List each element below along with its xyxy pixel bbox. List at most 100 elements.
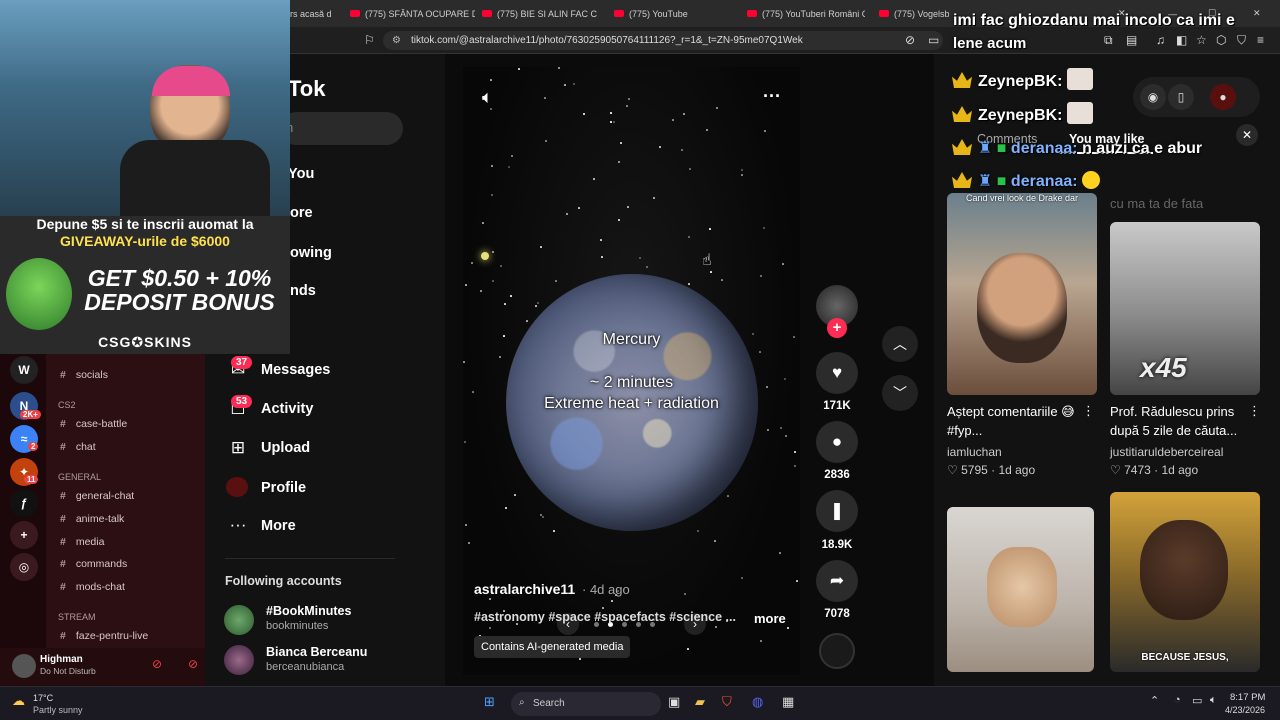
video-thumbnail[interactable]: Cand vrei look de Drake dar xyxy=(947,193,1097,395)
video-thumbnail[interactable]: BECAUSE JESUS, xyxy=(1110,492,1260,672)
browser-tab[interactable]: (775) Vogelsbrunn Tourism xyxy=(879,4,949,23)
volume-icon[interactable]: 🔈︎ xyxy=(1210,694,1217,707)
calculator-icon[interactable]: ▦ xyxy=(782,694,794,710)
no-tracking-icon[interactable]: ⊘ xyxy=(905,33,915,47)
browser-tab[interactable]: (775) YouTube xyxy=(614,4,734,23)
card-menu-icon[interactable]: ⋮ xyxy=(1082,403,1095,419)
user-avatar[interactable] xyxy=(12,654,36,678)
card-title[interactable]: Aștept comentariile 😅 #fyp... xyxy=(947,402,1097,440)
channel-item[interactable]: # media xyxy=(60,536,104,548)
browser-tab[interactable]: (775) YouTuberi Români Can xyxy=(747,4,865,23)
mobile-icon[interactable]: ▯ xyxy=(1168,84,1194,110)
channel-item[interactable]: # general-chat xyxy=(60,490,134,502)
tiktok-logo[interactable]: Tok xyxy=(288,76,325,102)
faded-comment-text: cu ma ta de fata xyxy=(1110,196,1204,211)
shield-icon[interactable]: ⛉ xyxy=(1237,33,1246,48)
nav-more[interactable]: More xyxy=(261,518,296,534)
clock-time[interactable]: 8:17 PM xyxy=(1230,692,1265,703)
weather-icon[interactable]: ☁ xyxy=(12,693,25,709)
reader-icon[interactable]: ▤ xyxy=(1126,33,1137,47)
channel-item[interactable]: # socials xyxy=(60,369,108,381)
deafen-icon[interactable]: ⊘ xyxy=(188,657,198,671)
task-view-icon[interactable]: ▣ xyxy=(668,694,680,710)
video-thumbnail[interactable]: x45 xyxy=(1110,222,1260,395)
channel-item[interactable]: # chat xyxy=(60,441,96,453)
menu-icon[interactable]: ≡ xyxy=(1257,33,1264,47)
url-field[interactable]: ⚙ tiktok.com/@astralarchive11/photo/7630… xyxy=(383,31,943,50)
video-thumbnail[interactable] xyxy=(947,507,1094,672)
display-icon[interactable]: ▭ xyxy=(1192,694,1202,707)
channel-item[interactable]: # mods-chat xyxy=(60,581,125,593)
more-link[interactable]: more xyxy=(754,611,786,626)
browser-tab[interactable]: (775) BIE SI ALIN FAC CELE ! xyxy=(482,4,597,23)
channel-item[interactable]: # commands xyxy=(60,558,127,570)
browser-tab[interactable]: (775) SFÂNTA OCUPARE DE xyxy=(350,4,475,23)
wallet-icon[interactable]: ⬡ xyxy=(1216,33,1226,47)
channel-item[interactable]: # anime-talk xyxy=(60,513,124,525)
nav-upload[interactable]: Upload xyxy=(261,440,310,456)
nav-following[interactable]: owing xyxy=(290,245,332,261)
bookmarks-icon[interactable]: ☆ xyxy=(1196,33,1207,47)
card-author[interactable]: justitiaruldeberceireal xyxy=(1110,445,1223,459)
close-icon[interactable]: ✕ xyxy=(1236,124,1258,146)
hashtags[interactable]: #astronomy #space #spacefacts #science .… xyxy=(474,610,736,624)
account-name[interactable]: #BookMinutes xyxy=(266,604,351,618)
channel-category[interactable]: STREAM xyxy=(58,612,96,622)
bookmark-icon[interactable]: ⚐ xyxy=(364,33,375,47)
music-disc[interactable] xyxy=(819,633,855,669)
nav-explore[interactable]: ore xyxy=(290,205,313,221)
card-title[interactable]: Prof. Rădulescu prins după 5 zile de cău… xyxy=(1110,402,1252,440)
discord-icon[interactable]: ◍ xyxy=(752,694,763,710)
file-explorer-icon[interactable]: ▰ xyxy=(695,694,705,710)
nav-messages[interactable]: Messages xyxy=(261,362,330,378)
brave-browser-icon[interactable]: ⛉ xyxy=(722,694,732,710)
account-avatar[interactable] xyxy=(224,645,254,675)
nav-activity[interactable]: Activity xyxy=(261,401,313,417)
share-button[interactable]: ➦ xyxy=(816,560,858,602)
extensions-icon[interactable]: ⧉ xyxy=(1104,33,1113,48)
nav-profile[interactable]: Profile xyxy=(261,480,306,496)
card-author[interactable]: iamluchan xyxy=(947,445,1002,459)
user-avatar[interactable]: ● xyxy=(1210,84,1236,110)
mute-icon[interactable]: ⊘ xyxy=(152,657,162,671)
tiktok-coin-icon[interactable]: ◉ xyxy=(1140,84,1166,110)
user-name[interactable]: Highman xyxy=(40,654,83,665)
start-icon[interactable]: ⊞ xyxy=(484,694,495,710)
browser-tab[interactable]: rs acasă d xyxy=(290,4,342,23)
more-options-icon[interactable]: ··· xyxy=(763,86,781,107)
screenshot-icon[interactable]: ▭ xyxy=(928,33,939,47)
chat-text: n auzi ca e abur xyxy=(1082,140,1203,157)
star xyxy=(468,542,470,544)
discover-icon[interactable]: ◎ xyxy=(10,553,38,581)
server-icon[interactable]: W xyxy=(10,356,38,384)
server-icon[interactable]: ƒ xyxy=(10,489,38,517)
volume-icon[interactable]: 🔈︎ xyxy=(482,87,493,108)
ai-generated-label[interactable]: Contains AI-generated media xyxy=(474,636,631,658)
nav-friends[interactable]: nds xyxy=(290,283,316,299)
add-server-icon[interactable]: + xyxy=(10,521,38,549)
close-window-icon[interactable]: ✕ xyxy=(1253,4,1267,23)
like-button[interactable]: ♥ xyxy=(816,352,858,394)
channel-category[interactable]: GENERAL xyxy=(58,472,101,482)
sidebar-icon[interactable]: ◧ xyxy=(1176,33,1187,47)
save-button[interactable]: ❚ xyxy=(816,490,858,532)
site-info-icon[interactable]: ⚙ xyxy=(392,31,401,50)
network-icon[interactable]: ◔ xyxy=(1174,694,1181,706)
author-name[interactable]: astralarchive11 xyxy=(474,581,575,597)
follow-plus-button[interactable]: + xyxy=(827,318,847,338)
card-menu-icon[interactable]: ⋮ xyxy=(1248,403,1261,419)
comment-button[interactable]: ● xyxy=(816,421,858,463)
taskbar-search[interactable]: ⌕ Search xyxy=(511,692,661,716)
search-input[interactable]: h xyxy=(280,112,403,145)
account-name[interactable]: Bianca Berceanu xyxy=(266,645,367,659)
weather-temp[interactable]: 17°C xyxy=(33,693,53,703)
music-icon[interactable]: ♫ xyxy=(1156,33,1165,47)
tray-chevron-icon[interactable]: ⌃ xyxy=(1150,694,1159,707)
nav-for-you[interactable]: You xyxy=(288,166,314,182)
channel-item[interactable]: # case-battle xyxy=(60,418,127,430)
channel-category[interactable]: CS2 xyxy=(58,400,76,410)
account-avatar[interactable] xyxy=(224,605,254,635)
previous-video-button[interactable]: ︿ xyxy=(882,326,918,362)
channel-item[interactable]: # faze-pentru-live xyxy=(60,630,148,642)
next-video-button[interactable]: ﹀ xyxy=(882,375,918,411)
